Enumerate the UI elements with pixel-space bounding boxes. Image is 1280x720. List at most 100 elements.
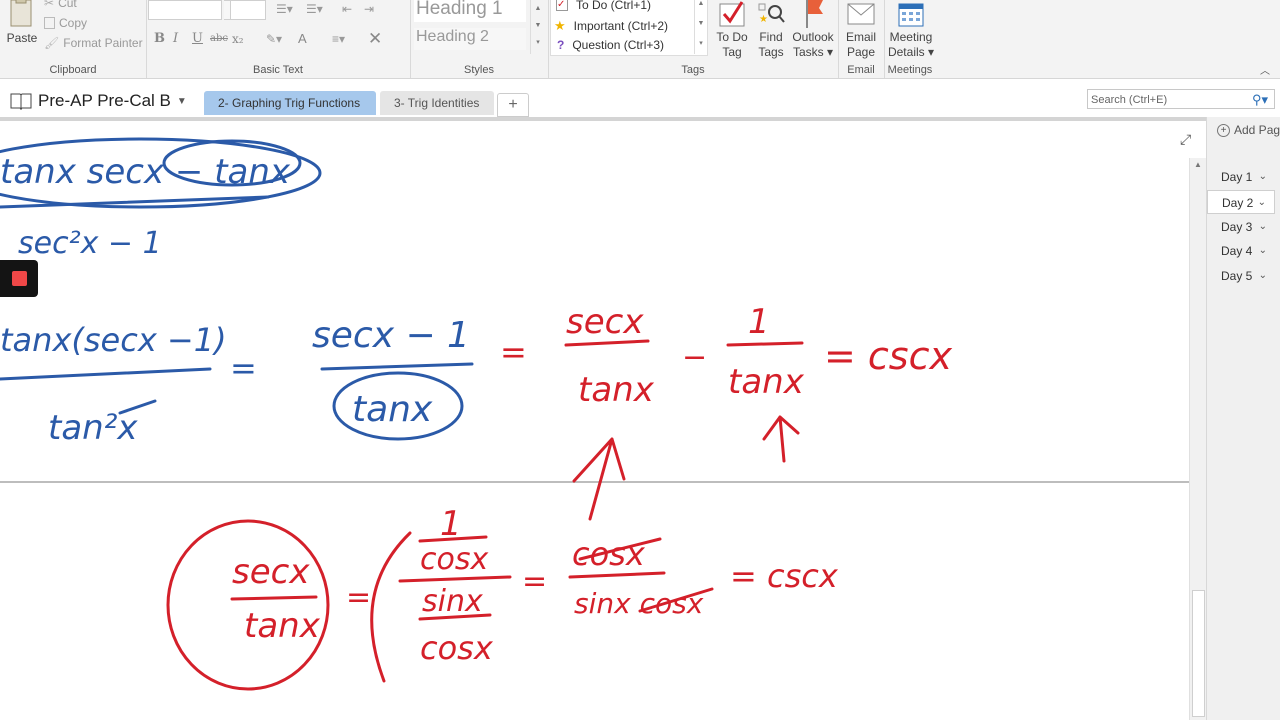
- section-tab-graphing[interactable]: 2- Graphing Trig Functions: [204, 91, 376, 115]
- styles-scroll[interactable]: ▲ ▼ ▾: [530, 0, 545, 54]
- chevron-down-icon[interactable]: ⌄: [1259, 165, 1267, 189]
- clipboard-group-label: Clipboard: [49, 64, 97, 76]
- heading-1-style[interactable]: Heading 1: [414, 0, 526, 22]
- search-icon[interactable]: ⚲▾: [1252, 90, 1268, 110]
- tags-gallery-scroll[interactable]: ▲ ▼ ▾: [694, 0, 707, 54]
- add-page-label: Add Page: [1234, 123, 1280, 137]
- tags-group: ✓ To Do (Ctrl+1) ★ Important (Ctrl+2) ? …: [548, 0, 839, 78]
- font-family-select[interactable]: [148, 0, 222, 20]
- scroll-up-icon[interactable]: ▲: [1194, 160, 1202, 169]
- scrollbar-thumb[interactable]: [1192, 590, 1205, 717]
- cut-button[interactable]: ✂ Cut: [44, 0, 77, 10]
- bullet-list-icon[interactable]: ☰▾: [276, 2, 293, 16]
- star-icon: ★: [554, 18, 566, 33]
- add-page-button[interactable]: + Add Page: [1217, 123, 1280, 137]
- blue-tan2x: tan²x: [48, 408, 138, 448]
- notebook-selector[interactable]: Pre-AP Pre-Cal B ▼: [10, 91, 187, 111]
- red-tanx-3: tanx: [244, 606, 321, 646]
- red-one-2: 1: [440, 504, 462, 544]
- format-painter-button[interactable]: 🖌 Format Painter: [44, 36, 143, 50]
- red-minus: −: [682, 340, 707, 375]
- heading-2-style[interactable]: Heading 2: [414, 28, 526, 50]
- meetings-group-label: Meetings: [887, 64, 933, 76]
- italic-button[interactable]: I: [173, 31, 178, 46]
- page-canvas[interactable]: tanx secx − tanx sec²x − 1 tanx(secx −1)…: [0, 121, 1190, 720]
- strikethrough-button[interactable]: abc: [210, 33, 228, 44]
- page-item-day-2[interactable]: Day 2 ⌄: [1207, 190, 1275, 214]
- copy-label: Copy: [59, 16, 88, 30]
- font-color-button[interactable]: A: [298, 31, 307, 46]
- red-arrow-2: [762, 415, 800, 463]
- email-group-label: Email: [847, 64, 875, 76]
- section-tab-bar: Pre-AP Pre-Cal B ▼ 2- Graphing Trig Func…: [0, 79, 1280, 121]
- paste-button[interactable]: Paste: [4, 0, 40, 45]
- outdent-icon[interactable]: ⇤: [342, 2, 352, 16]
- subscript-button[interactable]: x₂: [232, 32, 244, 46]
- underline-button[interactable]: U: [192, 31, 203, 46]
- ink-drawing[interactable]: tanx secx − tanx sec²x − 1 tanx(secx −1)…: [0, 121, 1190, 720]
- meeting-details-button[interactable]: Meeting Details ▾: [886, 0, 936, 60]
- todo-tag-button[interactable]: To Do Tag: [712, 0, 752, 60]
- format-painter-label: Format Painter: [63, 36, 143, 50]
- blue-fraction-bar-1: [0, 367, 212, 381]
- meeting-details-line2: Details ▾: [887, 45, 935, 59]
- page-item-day-3[interactable]: Day 3 ⌄: [1207, 215, 1275, 239]
- todo-tag-item[interactable]: ✓ To Do (Ctrl+1): [556, 0, 651, 12]
- page-item-day-5[interactable]: Day 5 ⌄: [1207, 264, 1275, 288]
- email-page-button[interactable]: Email Page: [840, 0, 882, 60]
- outlook-tasks-line1: Outlook: [792, 30, 834, 44]
- font-size-select[interactable]: [230, 0, 266, 20]
- basic-text-group: ☰▾ ☰▾ ⇤ ⇥ B I U abc x₂ ✎▾ A ≡▾ ✕ Basic T…: [146, 0, 411, 78]
- search-input[interactable]: Search (Ctrl+E) ⚲▾: [1087, 89, 1275, 109]
- bold-button[interactable]: B: [154, 31, 165, 46]
- tags-group-label: Tags: [681, 64, 705, 76]
- align-icon[interactable]: ≡▾: [332, 32, 345, 46]
- section-tab-trig-identities[interactable]: 3- Trig Identities: [380, 91, 494, 115]
- expand-icon[interactable]: ⤢: [1180, 131, 1191, 148]
- stop-recording-button[interactable]: [0, 260, 38, 297]
- important-tag-item[interactable]: ★ Important (Ctrl+2): [554, 18, 668, 34]
- highlighter-icon[interactable]: ✎▾: [266, 32, 282, 46]
- paintbrush-icon: 🖌: [44, 36, 60, 50]
- email-page-line2: Page: [846, 45, 876, 59]
- todo-tag-button-line2: Tag: [722, 45, 742, 59]
- chevron-down-icon[interactable]: ⌄: [1258, 191, 1266, 215]
- red-bar-3: [230, 595, 318, 601]
- page-item-day-4[interactable]: Day 4 ⌄: [1207, 239, 1275, 263]
- blue-equals: =: [230, 349, 257, 387]
- numbered-list-icon[interactable]: ☰▾: [306, 2, 323, 16]
- search-placeholder: Search (Ctrl+E): [1091, 94, 1168, 106]
- flag-icon: [806, 0, 823, 28]
- copy-button[interactable]: Copy: [44, 16, 87, 30]
- page-item-day-1[interactable]: Day 1 ⌄: [1207, 165, 1275, 189]
- find-tags-icon: ★: [758, 3, 785, 25]
- vertical-scrollbar[interactable]: ▲: [1189, 158, 1206, 720]
- page-label: Day 3: [1221, 220, 1253, 234]
- checkbox-large-icon: [719, 1, 745, 27]
- meeting-details-line1: Meeting: [889, 30, 933, 44]
- red-text: = secx tanx − 1 tanx = cscx secx tanx = …: [232, 302, 953, 667]
- blue-sec2x-minus-1: sec²x − 1: [18, 226, 162, 261]
- red-cosx-1: cosx: [420, 542, 488, 577]
- red-bar-7: [568, 571, 666, 579]
- find-tags-line2: Tags: [758, 45, 784, 59]
- chevron-down-icon[interactable]: ⌄: [1259, 239, 1267, 263]
- red-paren: [370, 531, 412, 683]
- page-list-pane: + Add Page Day 1 ⌄ Day 2 ⌄ Day 3 ⌄ Day 4…: [1206, 117, 1280, 720]
- notebook-icon: [10, 93, 32, 110]
- red-sinx-cosx: sinx cosx: [574, 587, 704, 620]
- red-equals-1: =: [500, 333, 527, 371]
- question-tag-item[interactable]: ? Question (Ctrl+3): [557, 38, 664, 52]
- blue-fraction-bar-2: [320, 362, 474, 371]
- outlook-tasks-button[interactable]: Outlook Tasks ▾: [788, 0, 838, 60]
- scissors-icon: ✂: [44, 0, 55, 10]
- find-tags-button[interactable]: ★ Find Tags: [752, 0, 790, 60]
- add-icon: +: [1217, 123, 1230, 137]
- chevron-down-icon[interactable]: ⌄: [1259, 264, 1267, 288]
- indent-icon[interactable]: ⇥: [364, 2, 374, 16]
- blue-tanx: tanx: [352, 389, 433, 430]
- chevron-down-icon[interactable]: ⌄: [1259, 215, 1267, 239]
- add-section-button[interactable]: +: [497, 93, 529, 117]
- clear-formatting-button[interactable]: ✕: [368, 29, 382, 49]
- collapse-ribbon-icon[interactable]: ︿: [1260, 62, 1270, 77]
